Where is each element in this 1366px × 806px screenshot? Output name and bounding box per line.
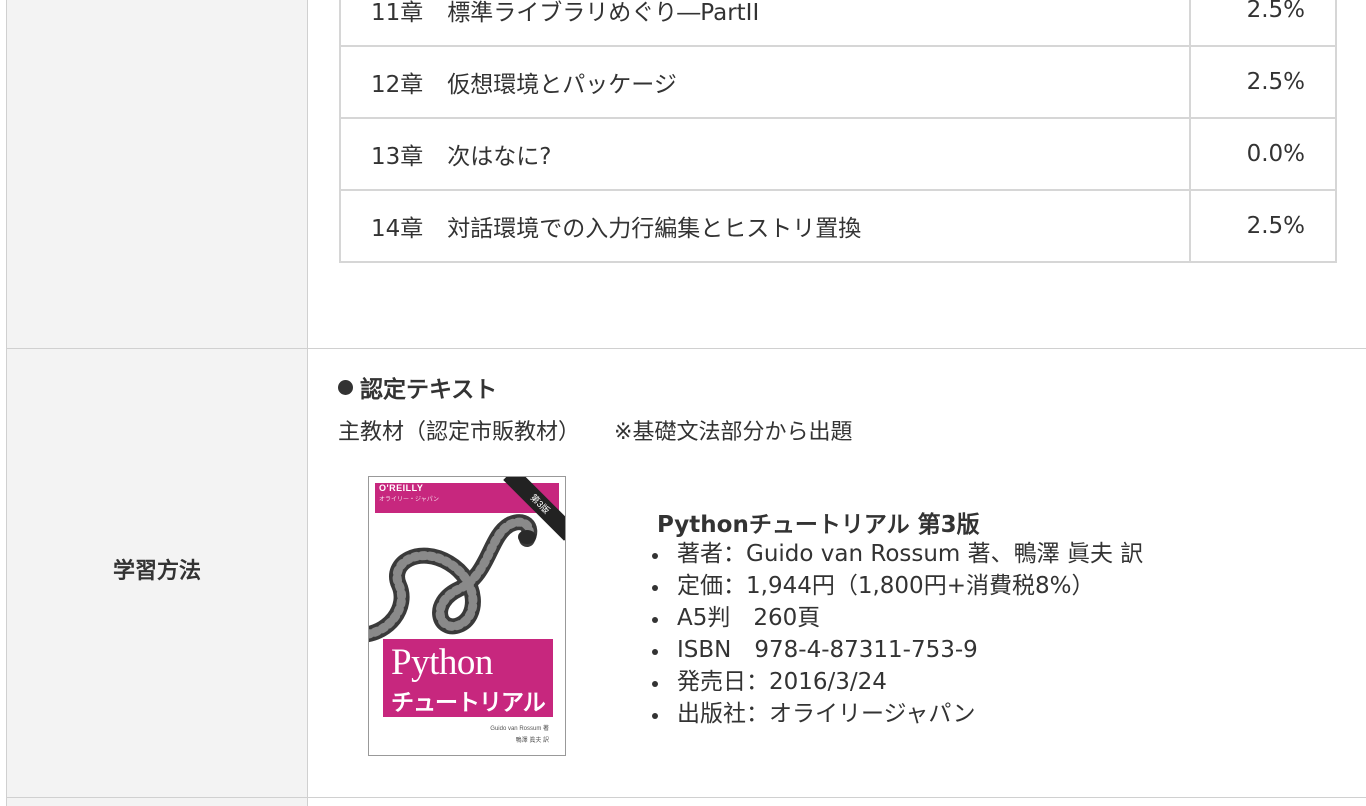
row-divider [6, 797, 1366, 798]
chapter-number: 14章 [371, 216, 424, 242]
chapter-title: 標準ライブラリめぐり―PartII [447, 0, 760, 26]
certified-text-heading: 認定テキスト [338, 370, 497, 404]
table-row: 14章 対話環境での入力行編集とヒストリ置換 2.5% [339, 189, 1337, 263]
table-row: 12章 仮想環境とパッケージ 2.5% [339, 45, 1337, 119]
chapter-cell: 13章 次はなに? [339, 117, 1191, 191]
publisher-logo: O'REILLY [379, 483, 424, 493]
cover-author: Guido van Rossum 著 [490, 726, 549, 732]
material-line: 主教材（認定市販教材） ※基礎文法部分から出題 [338, 414, 852, 446]
cover-translator: 鴨澤 眞夫 訳 [515, 738, 549, 744]
bullet-icon [338, 379, 353, 395]
book-details-list: 著者：Guido van Rossum 著、鴨澤 眞夫 訳 定価：1,944円（… [652, 538, 1143, 730]
python-snake-illustration [369, 514, 538, 642]
chapter-title: 対話環境での入力行編集とヒストリ置換 [447, 216, 862, 242]
label-cell-next [6, 798, 308, 806]
chapter-title: 次はなに? [447, 144, 552, 170]
course-info-table: 学習方法 11章 標準ライブラリめぐり―PartII 2.5% 12章 仮想環境とパ… [0, 0, 1366, 806]
book-title: Pythonチュートリアル 第3版 [657, 512, 980, 538]
list-item: 発売日：2016/3/24 [652, 666, 1143, 698]
chapter-weight-table: 11章 標準ライブラリめぐり―PartII 2.5% 12章 仮想環境とパッケージ … [339, 0, 1337, 263]
chapter-number: 13章 [371, 144, 424, 170]
chapter-cell: 11章 標準ライブラリめぐり―PartII [339, 0, 1191, 47]
list-item: 定価：1,944円（1,800円+消費税8%） [652, 570, 1143, 602]
chapter-percent: 0.0% [1189, 117, 1337, 191]
row-divider [6, 348, 1366, 349]
book-cover-image: O'REILLY オライリー・ジャパン 第3版 Python チュートリアル G… [368, 476, 566, 756]
list-item: A5判 260頁 [652, 602, 1143, 634]
list-item: ISBN 978-4-87311-753-9 [652, 634, 1143, 666]
label-cell-exam-scope [6, 0, 308, 348]
section-heading-text: 認定テキスト [360, 377, 498, 403]
label-cell-study-method: 学習方法 [6, 349, 308, 797]
chapter-percent: 2.5% [1189, 0, 1337, 47]
table-row: 13章 次はなに? 0.0% [339, 117, 1337, 191]
chapter-title: 仮想環境とパッケージ [447, 72, 677, 98]
chapter-percent: 2.5% [1189, 45, 1337, 119]
material-text: 主教材（認定市販教材） [338, 420, 581, 445]
list-item: 著者：Guido van Rossum 著、鴨澤 眞夫 訳 [652, 538, 1143, 570]
chapter-number: 11章 [371, 0, 424, 26]
chapter-percent: 2.5% [1189, 189, 1337, 263]
list-item: 出版社：オライリージャパン [652, 698, 1143, 730]
chapter-cell: 14章 対話環境での入力行編集とヒストリ置換 [339, 189, 1191, 263]
publisher-sub-logo: オライリー・ジャパン [379, 497, 440, 503]
study-method-label: 学習方法 [112, 559, 201, 584]
chapter-cell: 12章 仮想環境とパッケージ [339, 45, 1191, 119]
cover-title-en: Python [391, 642, 493, 683]
cover-title-jp: チュートリアル [391, 690, 546, 716]
exam-note: ※基礎文法部分から出題 [614, 420, 853, 445]
table-row: 11章 標準ライブラリめぐり―PartII 2.5% [339, 0, 1337, 47]
chapter-number: 12章 [371, 72, 424, 98]
